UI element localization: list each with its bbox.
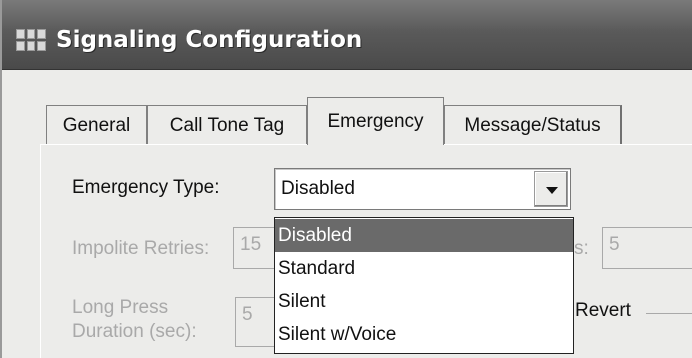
- grid-app-icon: [16, 29, 46, 51]
- chevron-down-icon: [546, 187, 558, 194]
- tab-general[interactable]: General: [46, 105, 147, 145]
- revert-group-border: [646, 313, 692, 314]
- dropdown-button[interactable]: [534, 171, 568, 207]
- emergency-type-select[interactable]: Disabled: [274, 168, 571, 210]
- emergency-type-value: Disabled: [281, 178, 355, 199]
- long-press-duration-field[interactable]: 5: [235, 297, 275, 347]
- emergency-type-options: Disabled Standard Silent Silent w/Voice: [274, 217, 574, 354]
- tab-call-tone-tag[interactable]: Call Tone Tag: [147, 105, 307, 145]
- option-silent[interactable]: Silent: [275, 285, 573, 318]
- emergency-type-label: Emergency Type:: [72, 177, 220, 198]
- option-disabled[interactable]: Disabled: [275, 219, 573, 252]
- signaling-configuration-window: Signaling Configuration General Call Ton…: [0, 0, 692, 358]
- hidden-value-field[interactable]: 5: [602, 227, 692, 269]
- tab-emergency[interactable]: Emergency: [307, 97, 444, 145]
- hidden-field-label: s:: [574, 238, 589, 259]
- long-press-label-line2: Duration (sec):: [72, 321, 197, 342]
- option-silent-with-voice[interactable]: Silent w/Voice: [275, 318, 573, 351]
- long-press-label-line1: Long Press: [72, 297, 169, 318]
- title-bar[interactable]: Signaling Configuration: [2, 0, 692, 70]
- window-title: Signaling Configuration: [56, 27, 363, 53]
- revert-group-label: Revert: [575, 300, 631, 321]
- impolite-retries-label: Impolite Retries:: [72, 238, 210, 259]
- option-standard[interactable]: Standard: [275, 252, 573, 285]
- tab-message-status[interactable]: Message/Status: [444, 105, 622, 145]
